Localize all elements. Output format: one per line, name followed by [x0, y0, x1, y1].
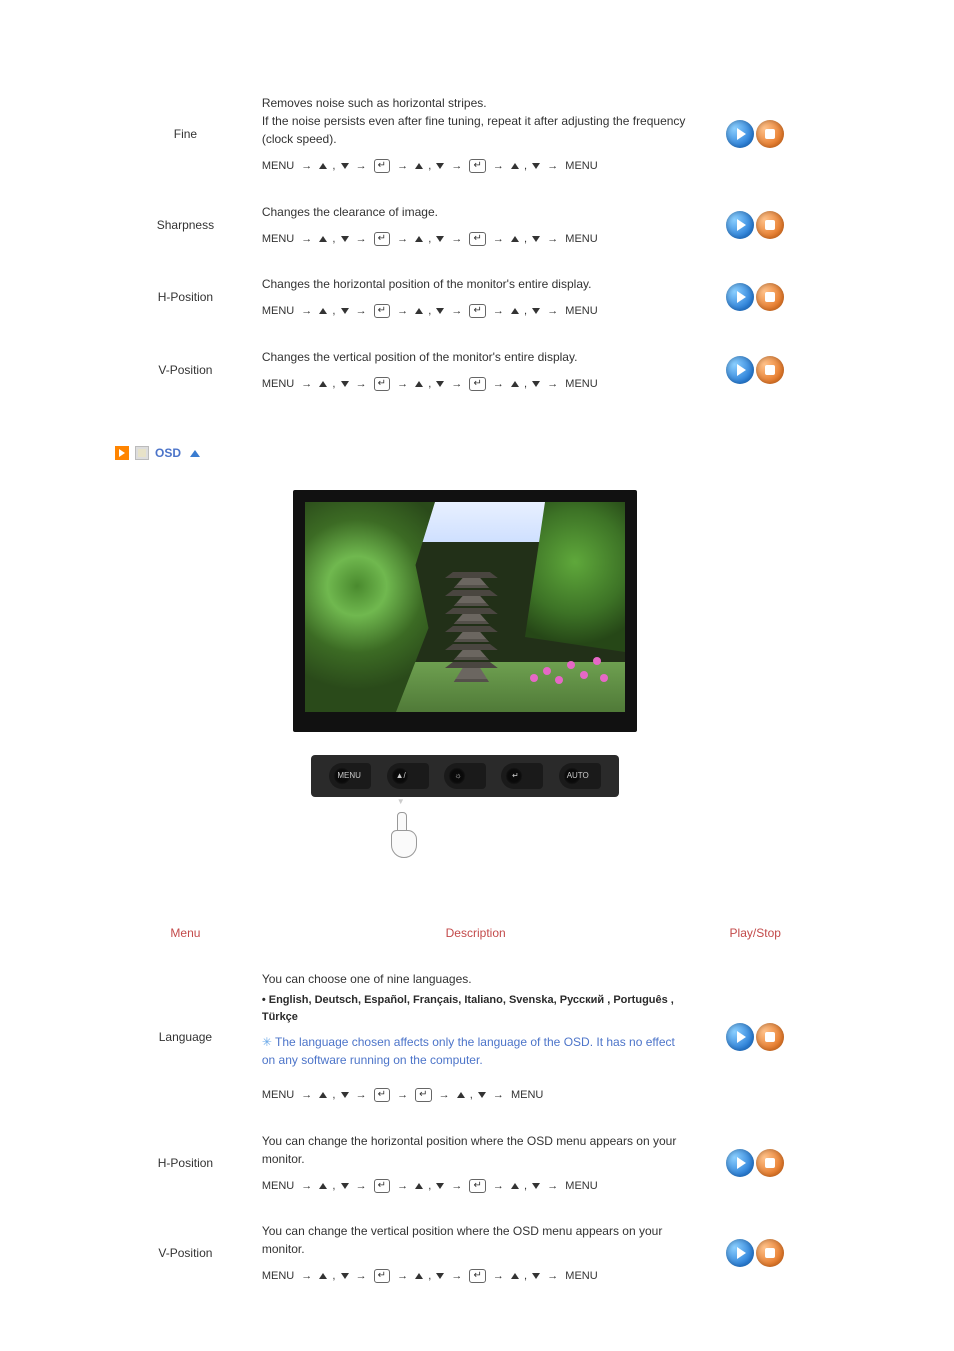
desc-text: You can choose one of nine languages.: [262, 972, 472, 986]
stop-button[interactable]: [756, 1149, 784, 1177]
header-play: Play/Stop: [695, 910, 815, 956]
nav-sequence: MENU → , → ↵ → ↵ → , → MENU: [262, 1087, 690, 1104]
desc-osd-vpos: You can change the vertical position whe…: [256, 1208, 696, 1299]
scroll-top-icon[interactable]: [190, 450, 200, 457]
nav-sequence: MENU → , → ↵ → , → ↵ → , → MENU: [262, 376, 690, 393]
table-row: Language You can choose one of nine lang…: [115, 956, 815, 1118]
menu-label-osd-hpos: H-Position: [115, 1118, 256, 1209]
table-row: V-Position Changes the vertical position…: [115, 334, 815, 407]
desc-sharpness: Changes the clearance of image. MENU → ,…: [256, 189, 696, 262]
nav-sequence: MENU → , → ↵ → , → ↵ → , → MENU: [262, 231, 690, 248]
pic-icon: [135, 446, 149, 460]
language-list: • English, Deutsch, Español, Français, I…: [262, 992, 690, 1025]
nav-sequence: MENU → , → ↵ → , → ↵ → , → MENU: [262, 303, 690, 320]
play-icon: [115, 446, 129, 460]
menu-label-sharpness: Sharpness: [115, 189, 256, 262]
nav-sequence: MENU → , → ↵ → , → ↵ → , → MENU: [262, 158, 690, 175]
table-header: Menu Description Play/Stop: [115, 910, 815, 956]
image-settings-table: Fine Removes noise such as horizontal st…: [115, 80, 815, 406]
play-button[interactable]: [726, 211, 754, 239]
table-row: V-Position You can change the vertical p…: [115, 1208, 815, 1299]
header-desc: Description: [256, 910, 696, 956]
stop-button[interactable]: [756, 211, 784, 239]
play-button[interactable]: [726, 283, 754, 311]
menu-label-osd-vpos: V-Position: [115, 1208, 256, 1299]
desc-text: Changes the vertical position of the mon…: [262, 350, 578, 364]
desc-text: You can change the vertical position whe…: [262, 1224, 662, 1256]
desc-fine: Removes noise such as horizontal stripes…: [256, 80, 696, 189]
menu-label-language: Language: [115, 956, 256, 1118]
play-button[interactable]: [726, 356, 754, 384]
menu-label-hposition: H-Position: [115, 261, 256, 334]
desc-text: Changes the horizontal position of the m…: [262, 277, 592, 291]
desc-text: If the noise persists even after fine tu…: [262, 114, 686, 146]
enter-button[interactable]: ↵: [501, 763, 543, 789]
menu-label-vposition: V-Position: [115, 334, 256, 407]
desc-hposition: Changes the horizontal position of the m…: [256, 261, 696, 334]
monitor-preview: [293, 490, 637, 732]
desc-text: Changes the clearance of image.: [262, 205, 438, 219]
updown-button[interactable]: ▲/▼: [387, 763, 429, 789]
stop-button[interactable]: [756, 283, 784, 311]
stop-button[interactable]: [756, 120, 784, 148]
play-button[interactable]: [726, 120, 754, 148]
nav-sequence: MENU → , → ↵ → , → ↵ → , → MENU: [262, 1268, 690, 1285]
hand-cursor-icon: [385, 812, 425, 857]
note-text: The language chosen affects only the lan…: [262, 1035, 675, 1067]
table-row: Sharpness Changes the clearance of image…: [115, 189, 815, 262]
osd-settings-table: Menu Description Play/Stop Language You …: [115, 910, 815, 1299]
play-button[interactable]: [726, 1149, 754, 1177]
osd-label: OSD: [155, 446, 181, 460]
desc-vposition: Changes the vertical position of the mon…: [256, 334, 696, 407]
language-note: ✳ The language chosen affects only the l…: [262, 1033, 690, 1069]
desc-text: Removes noise such as horizontal stripes…: [262, 96, 487, 110]
header-menu: Menu: [115, 910, 256, 956]
stop-button[interactable]: [756, 356, 784, 384]
play-button[interactable]: [726, 1023, 754, 1051]
stop-button[interactable]: [756, 1023, 784, 1051]
menu-button[interactable]: MENU: [329, 763, 371, 789]
note-icon: ✳: [262, 1035, 272, 1049]
desc-language: You can choose one of nine languages. • …: [256, 956, 696, 1118]
stop-button[interactable]: [756, 1239, 784, 1267]
table-row: H-Position Changes the horizontal positi…: [115, 261, 815, 334]
menu-label-fine: Fine: [115, 80, 256, 189]
nav-sequence: MENU → , → ↵ → , → ↵ → , → MENU: [262, 1178, 690, 1195]
play-button[interactable]: [726, 1239, 754, 1267]
monitor-controls-bar: MENU ▲/▼ ☼ ↵ AUTO: [311, 755, 618, 797]
desc-osd-hpos: You can change the horizontal position w…: [256, 1118, 696, 1209]
table-row: H-Position You can change the horizontal…: [115, 1118, 815, 1209]
osd-section-header: OSD: [115, 446, 815, 460]
desc-text: You can change the horizontal position w…: [262, 1134, 677, 1166]
bright-button[interactable]: ☼: [444, 763, 486, 789]
auto-button[interactable]: AUTO: [559, 763, 601, 789]
table-row: Fine Removes noise such as horizontal st…: [115, 80, 815, 189]
